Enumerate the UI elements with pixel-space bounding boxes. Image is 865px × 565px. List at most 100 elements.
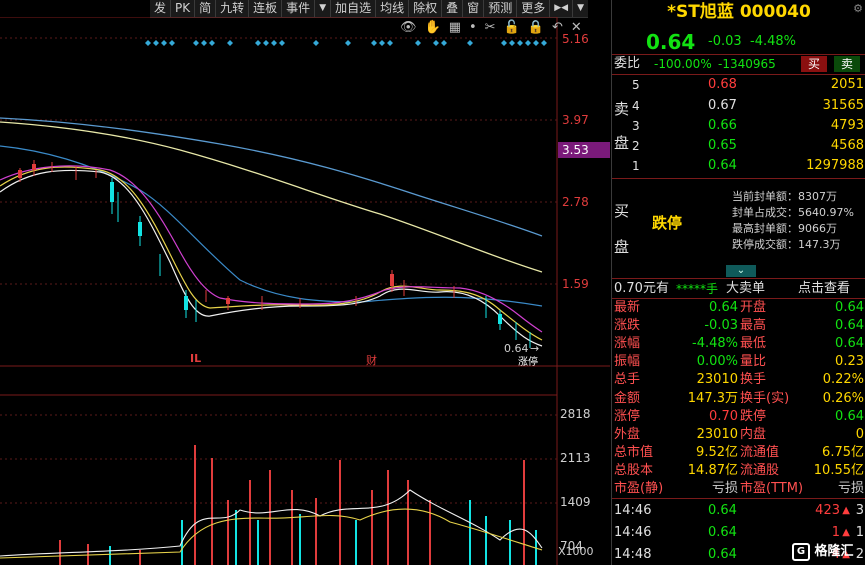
- volume-bars: [59, 445, 537, 565]
- seal-stat-row: 封单占成交：5640.97%: [732, 206, 854, 219]
- stat-label: 开盘: [740, 300, 767, 315]
- stat-value: 0.64: [835, 336, 864, 352]
- stat-label: 振幅: [614, 354, 641, 370]
- stat-value: 亏损: [711, 481, 738, 496]
- hand-icon[interactable]: ✋: [425, 20, 449, 35]
- price-axis-label: 1.59: [562, 277, 589, 291]
- toolbar-fa-button[interactable]: 发: [150, 0, 172, 17]
- sell-level-row[interactable]: 2 0.65 4568: [612, 137, 865, 155]
- stat-label: 涨跌: [614, 318, 641, 334]
- tick-time: 14:46: [614, 503, 652, 518]
- seal-stat-row: 最高封单额：9066万: [732, 222, 837, 235]
- last-price: 0.64: [646, 30, 696, 54]
- buy-side-label: 盘: [614, 238, 630, 256]
- weibi-row: 委比 -100.00% -1340965 买 卖: [612, 55, 865, 73]
- event-marker-label[interactable]: IL: [190, 352, 201, 365]
- toolbar-events-dropdown[interactable]: ▼: [315, 0, 332, 17]
- watermark-logo: G 格隆汇: [792, 540, 864, 561]
- stat-value: 0: [855, 426, 864, 442]
- toolbar-more-button[interactable]: 更多: [517, 0, 551, 17]
- stat-label: 内盘: [740, 426, 767, 442]
- stat-row: 最新 0.64 开盘 0.64: [612, 299, 865, 317]
- stat-value: -0.03: [704, 318, 738, 334]
- kline-chart[interactable]: 👁✋▦•✂🔓🔒↶✕ 5.16 3.97 3.53 2.78 1.59 0.64 …: [0, 17, 610, 565]
- scissors-icon[interactable]: ✂: [485, 20, 504, 35]
- buy-button[interactable]: 买: [801, 56, 827, 72]
- stat-label: 总手: [614, 372, 641, 388]
- price-axis-label: 3.97: [562, 113, 589, 127]
- chart-toolbar: 发 PK 简 九转 连板 事件 ▼ 加自选 均线 除权 叠 窗 预测 更多 ▶◀…: [150, 0, 588, 18]
- dot-icon[interactable]: •: [469, 20, 485, 35]
- price-change: -0.03: [708, 34, 742, 49]
- stat-value: 0.64: [835, 318, 864, 334]
- toolbar-window-button[interactable]: 窗: [463, 0, 485, 17]
- sell-level-row[interactable]: 1 0.64 1297988: [612, 157, 865, 175]
- report-marker-label[interactable]: 财: [366, 352, 377, 368]
- stat-row: 涨停 0.70 跌停 0.64: [612, 408, 865, 426]
- sell-level-row[interactable]: 5 0.68 2051: [612, 76, 865, 94]
- big-order-row[interactable]: 0.70元有 *****手 大卖单 点击查看: [612, 280, 865, 298]
- eye-icon[interactable]: 👁: [400, 20, 425, 35]
- sell-level-row[interactable]: 4 0.67 31565: [612, 97, 865, 115]
- stock-title: *ST旭蓝 000040: [612, 1, 865, 23]
- event-diamonds: [145, 40, 547, 46]
- quote-panel: *ST旭蓝 000040 0.64 -0.03 -4.48% 委比 -100.0…: [611, 0, 865, 565]
- toolbar-pk-button[interactable]: PK: [171, 0, 196, 17]
- price-axis-label: 2.78: [562, 195, 589, 209]
- stat-label: 总市值: [614, 444, 654, 460]
- grid-icon[interactable]: ▦: [449, 20, 469, 35]
- tick-row: 14:46 0.64 423 3 ▲: [612, 502, 865, 520]
- unlock-icon[interactable]: 🔓: [504, 20, 528, 35]
- current-price-tag: 3.53: [558, 142, 610, 158]
- sell-level-row[interactable]: 3 0.66 4793: [612, 117, 865, 135]
- arrow-up-icon: ▲: [842, 505, 850, 516]
- seal-stats: 当前封单额：8307万 封单占成交：5640.97% 最高封单额：9066万 跌…: [732, 189, 854, 253]
- seal-stat-row: 跌停成交额：147.3万: [732, 238, 841, 251]
- logo-icon: G: [792, 542, 810, 561]
- stat-row: 外盘 23010 内盘 0: [612, 426, 865, 444]
- volume-axis-label: 2113: [560, 451, 591, 465]
- stat-label: 跌停: [740, 408, 767, 424]
- sell-button[interactable]: 卖: [834, 56, 860, 72]
- toolbar-ma-button[interactable]: 均线: [376, 0, 410, 17]
- chevron-down-icon[interactable]: ⌄: [726, 265, 756, 277]
- toolbar-add-watch-button[interactable]: 加自选: [331, 0, 377, 17]
- price-row: 0.64 -0.03 -4.48%: [612, 30, 865, 54]
- toolbar-jian-button[interactable]: 简: [195, 0, 217, 17]
- stat-label: 最高: [740, 318, 767, 334]
- stock-code: 000040: [739, 2, 811, 22]
- stat-label: 市盈(静): [614, 481, 664, 496]
- stat-row: 市盈(静) 亏损 市盈(TTM) 亏损: [612, 480, 865, 498]
- view-details-link[interactable]: 点击查看: [798, 280, 850, 298]
- stat-label: 换手: [740, 372, 767, 388]
- stat-label: 最低: [740, 336, 767, 352]
- tick-price: 0.64: [708, 525, 737, 540]
- toolbar-events-button[interactable]: 事件: [282, 0, 316, 17]
- tick-time: 14:48: [614, 547, 652, 562]
- stat-value: 0.00%: [696, 354, 738, 370]
- weibi-value: -100.00%: [654, 57, 712, 71]
- toolbar-layout-dropdown[interactable]: ▼: [573, 0, 588, 17]
- toolbar-overlay-button[interactable]: 叠: [442, 0, 464, 17]
- toolbar-jiuzhuan-button[interactable]: 九转: [216, 0, 250, 17]
- toolbar-toggle-panel-button[interactable]: ▶◀: [550, 0, 574, 17]
- stat-value: 23010: [696, 372, 738, 388]
- stat-value: 0.26%: [822, 390, 864, 406]
- stat-label: 总股本: [614, 462, 654, 478]
- toolbar-forecast-button[interactable]: 预测: [484, 0, 518, 17]
- stat-value: 0.64: [835, 300, 864, 315]
- toolbar-lianban-button[interactable]: 连板: [249, 0, 283, 17]
- price-change-pct: -4.48%: [750, 34, 796, 49]
- lock-icon[interactable]: 🔒: [528, 20, 552, 35]
- toolbar-exright-button[interactable]: 除权: [409, 0, 443, 17]
- buy-side-label: 买: [614, 202, 630, 220]
- stat-value: 0.70: [709, 408, 738, 424]
- stat-value: 10.55亿: [813, 462, 864, 478]
- stat-row: 总手 23010 换手 0.22%: [612, 371, 865, 389]
- stat-label: 外盘: [614, 426, 641, 442]
- price-axis-label: 5.16: [562, 32, 589, 46]
- limit-down-status: 跌停: [652, 214, 683, 232]
- limit-marker-label[interactable]: 涨停: [518, 353, 538, 368]
- tick-flag: 3: [855, 503, 864, 518]
- tick-time: 14:46: [614, 525, 652, 540]
